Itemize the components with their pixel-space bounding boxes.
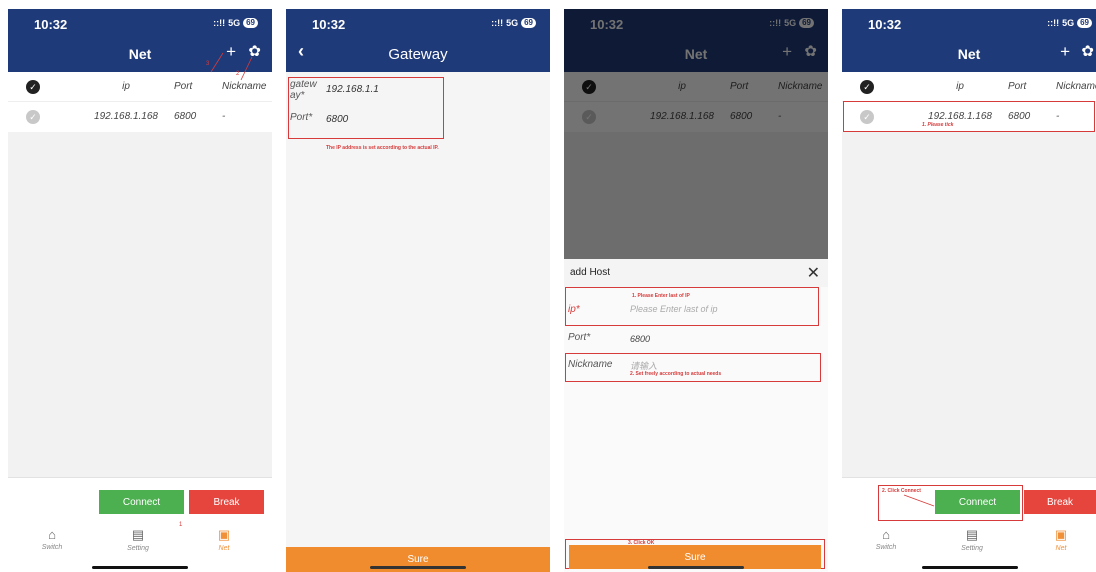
network-label: 5G bbox=[1062, 18, 1075, 28]
home-icon: ⌂ bbox=[882, 527, 890, 542]
top-bar: 10:32 ::!! 5G 69 Net + ✿ bbox=[842, 9, 1096, 72]
annotation-note: 2. Set freely according to actual needs bbox=[630, 371, 722, 377]
net-list-screen: 10:32 ::!! 5G 69 Net + ✿ ✓ ip Port Nickn… bbox=[8, 9, 272, 572]
annotation-note: The IP address is set according to the a… bbox=[326, 145, 439, 151]
annotation-box bbox=[288, 77, 444, 139]
page-title: Gateway bbox=[388, 46, 448, 63]
gear-icon[interactable]: ✿ bbox=[1081, 42, 1094, 60]
annotation-box bbox=[843, 101, 1095, 132]
select-all-check-icon[interactable]: ✓ bbox=[860, 80, 874, 94]
action-bar: Connect Break bbox=[8, 477, 272, 521]
status-time: 10:32 bbox=[868, 17, 902, 32]
modal-overlay[interactable] bbox=[564, 9, 828, 259]
tab-bar: 1 ⌂ Switch ▤ Setting ▣ Net bbox=[8, 521, 272, 572]
tab-switch[interactable]: ⌂ Switch bbox=[856, 527, 916, 551]
top-bar: 10:32 ::!! 5G 69 ‹ Gateway bbox=[286, 9, 550, 72]
tab-net[interactable]: ▣ Net bbox=[1031, 527, 1091, 552]
battery-icon: 69 bbox=[1077, 18, 1092, 28]
column-port: Port bbox=[1008, 81, 1027, 92]
sheet-body: 1. Please Enter last of IP ip* Please En… bbox=[564, 287, 828, 572]
home-indicator bbox=[92, 566, 188, 569]
clipboard-icon: ▣ bbox=[217, 527, 231, 542]
add-host-screen: 10:32 ::!! 5G 69 Net + ✿ ✓ ip Port Nickn… bbox=[564, 9, 828, 572]
plus-icon[interactable]: + bbox=[1060, 42, 1070, 62]
battery-icon: 69 bbox=[521, 18, 536, 28]
connect-button[interactable]: Connect bbox=[99, 490, 184, 514]
clipboard-icon: ▣ bbox=[1054, 527, 1068, 542]
add-host-sheet: add Host ✕ 1. Please Enter last of IP ip… bbox=[564, 259, 828, 572]
port-input[interactable]: 6800 bbox=[630, 334, 650, 344]
home-icon: ⌂ bbox=[48, 527, 56, 542]
signal-icon: ::!! bbox=[491, 18, 504, 28]
network-label: 5G bbox=[506, 18, 519, 28]
gateway-screen: 10:32 ::!! 5G 69 ‹ Gateway gatew ay* 192… bbox=[286, 9, 550, 572]
tab-net[interactable]: ▣ Net bbox=[194, 527, 254, 552]
column-nickname: Nickname bbox=[1056, 81, 1096, 92]
port-label: Port* bbox=[568, 332, 591, 343]
status-indicators: ::!! 5G 69 bbox=[1047, 18, 1092, 28]
tab-setting[interactable]: ▤ Setting bbox=[942, 527, 1002, 552]
tab-switch[interactable]: ⌂ Switch bbox=[22, 527, 82, 551]
column-ip: ip bbox=[956, 81, 964, 92]
signal-icon: ::!! bbox=[1047, 18, 1060, 28]
tab-bar: ⌂ Switch ▤ Setting ▣ Net bbox=[842, 521, 1096, 572]
status-indicators: ::!! 5G 69 bbox=[491, 18, 536, 28]
net-connect-screen: 10:32 ::!! 5G 69 Net + ✿ ✓ ip Port Nickn… bbox=[842, 9, 1096, 572]
close-icon[interactable]: ✕ bbox=[807, 263, 820, 283]
annotation-number: 1 bbox=[179, 522, 183, 528]
page-title: Net bbox=[957, 46, 981, 62]
home-indicator bbox=[370, 566, 466, 569]
form-area: gatew ay* 192.168.1.1 Port* 6800 The IP … bbox=[286, 72, 550, 547]
break-button[interactable]: Break bbox=[189, 490, 264, 514]
annotation-line bbox=[903, 494, 935, 507]
store-icon: ▤ bbox=[131, 527, 145, 542]
ip-input[interactable]: Please Enter last of ip bbox=[630, 304, 718, 314]
tab-setting[interactable]: ▤ Setting bbox=[108, 527, 168, 552]
home-indicator bbox=[648, 566, 744, 569]
store-icon: ▤ bbox=[965, 527, 979, 542]
nickname-label: Nickname bbox=[568, 359, 613, 370]
home-indicator bbox=[922, 566, 1018, 569]
table-header: ✓ ip Port Nickname bbox=[842, 72, 1096, 103]
sheet-title: add Host bbox=[570, 267, 611, 278]
ip-label: ip* bbox=[568, 304, 580, 315]
status-time: 10:32 bbox=[312, 17, 346, 32]
action-bar: Connect Break 2. Click Connect bbox=[842, 477, 1096, 521]
